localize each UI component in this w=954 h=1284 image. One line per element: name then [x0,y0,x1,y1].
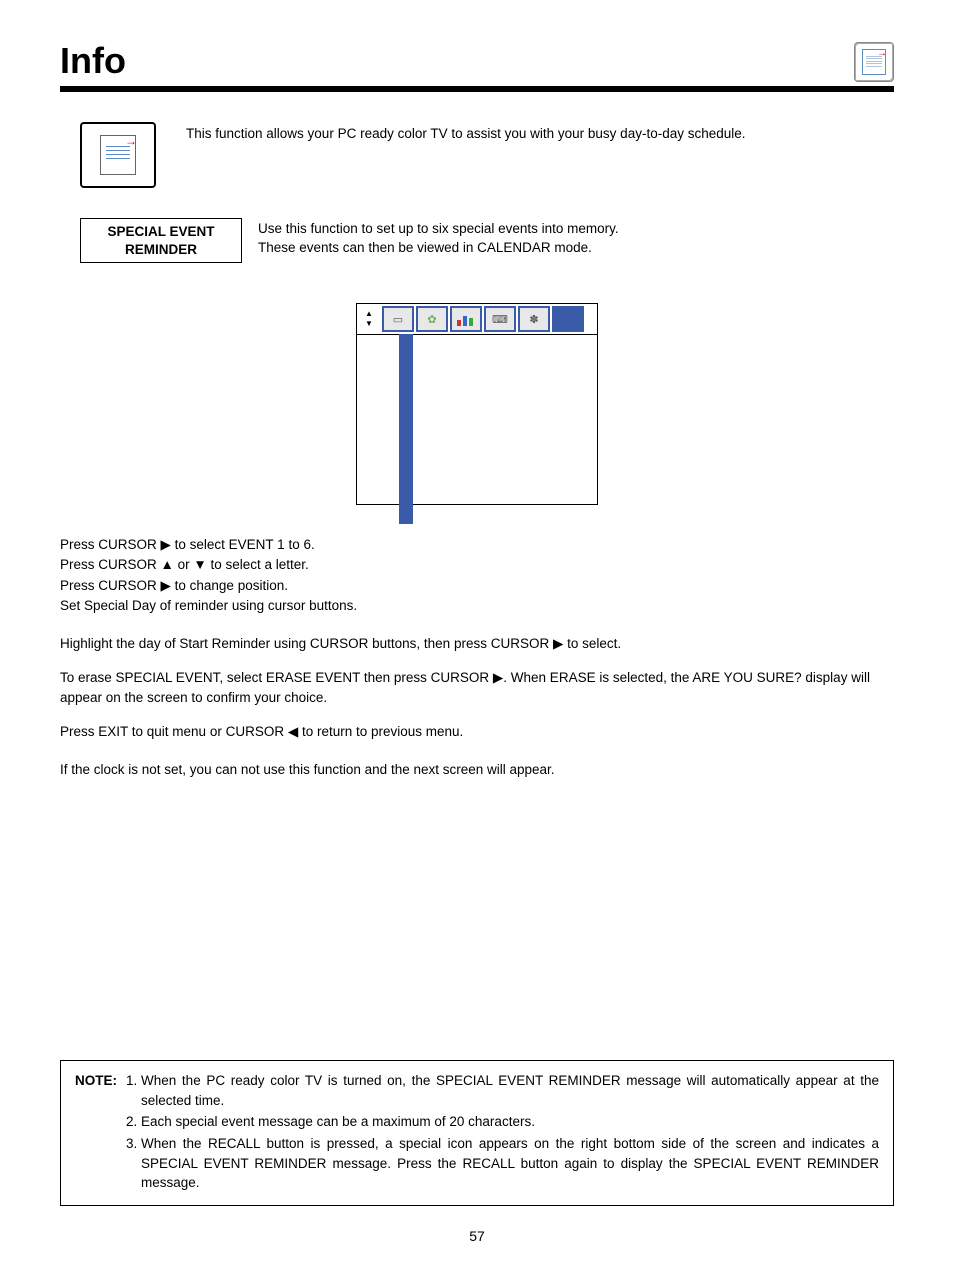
note-label: NOTE: [75,1071,117,1194]
page-number: 57 [60,1228,894,1244]
tv-icon-tools: ✽ [518,306,550,332]
instruction-line: If the clock is not set, you can not use… [60,760,894,780]
intro-text: This function allows your PC ready color… [186,122,746,141]
tv-nav-arrows: ▲ ▼ [357,310,381,329]
instructions-block-2: Highlight the day of Start Reminder usin… [60,634,894,742]
tv-icon-1: ▭ [382,306,414,332]
instruction-line: Press CURSOR ▲ or ▼ to select a letter. [60,555,894,575]
feature-row: SPECIAL EVENT REMINDER Use this function… [80,218,894,263]
instruction-line: Highlight the day of Start Reminder usin… [60,634,894,654]
tv-icon-calendar-selected [552,306,584,332]
note-item: When the RECALL button is pressed, a spe… [141,1134,879,1193]
tv-icon-bars [450,306,482,332]
note-item: When the PC ready color TV is turned on,… [141,1071,879,1110]
instruction-line: Press CURSOR ▶ to change position. [60,576,894,596]
tv-highlight-bar [399,334,413,524]
feature-label-line1: SPECIAL EVENT [107,224,214,239]
tv-icon-keyboard: ⌨ [484,306,516,332]
page-header: Info [60,40,894,92]
instruction-line: To erase SPECIAL EVENT, select ERASE EVE… [60,668,894,709]
tv-icon-globe: ✿ [416,306,448,332]
feature-label-line2: REMINDER [125,242,197,257]
tv-screen-diagram: ▲ ▼ ▭ ✿ ⌨ ✽ [356,303,598,505]
header-reminder-icon [854,42,894,82]
note-box: NOTE: When the PC ready color TV is turn… [60,1060,894,1205]
note-item: Each special event message can be a maxi… [141,1112,879,1132]
note-list: When the PC ready color TV is turned on,… [123,1071,879,1194]
feature-text-line1: Use this function to set up to six speci… [258,221,619,236]
instruction-line: Press CURSOR ▶ to select EVENT 1 to 6. [60,535,894,555]
page-title: Info [60,40,126,82]
arrow-down-icon: ▼ [357,320,381,329]
feature-text: Use this function to set up to six speci… [258,218,619,258]
tv-toolbar: ▲ ▼ ▭ ✿ ⌨ ✽ [357,304,597,335]
intro-row: This function allows your PC ready color… [60,122,894,188]
instructions-block-1: Press CURSOR ▶ to select EVENT 1 to 6. P… [60,535,894,616]
feature-label: SPECIAL EVENT REMINDER [80,218,242,263]
feature-text-line2: These events can then be viewed in CALEN… [258,240,592,255]
intro-reminder-icon [80,122,156,188]
instruction-line: Set Special Day of reminder using cursor… [60,596,894,616]
instructions-block-3: If the clock is not set, you can not use… [60,760,894,780]
instruction-line: Press EXIT to quit menu or CURSOR ◀ to r… [60,722,894,742]
arrow-up-icon: ▲ [357,310,381,319]
